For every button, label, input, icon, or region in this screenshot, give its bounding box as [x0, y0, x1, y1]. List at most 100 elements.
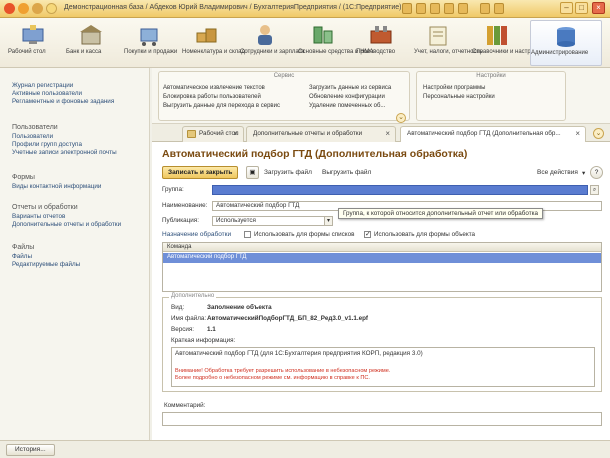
tooltip: Группа, к которой относится дополнительн…: [338, 208, 543, 219]
tabs-menu-icon[interactable]: ⌄: [593, 128, 604, 139]
tab-additional-reports[interactable]: Дополнительные отчеты и обработки ×: [246, 126, 396, 142]
sidebar-link[interactable]: Редактируемые файлы: [12, 261, 80, 269]
section-accounting[interactable]: Учет, налоги, отчетность: [414, 20, 482, 66]
sidebar-link[interactable]: Регламентные и фоновые задания: [12, 98, 114, 106]
bank-icon: [80, 25, 102, 45]
minimize-button[interactable]: –: [560, 2, 573, 14]
production-icon: [370, 26, 392, 44]
memory-icon[interactable]: [444, 3, 454, 14]
sections-panel: Рабочий стол Банк и касса Покупки и прод…: [0, 18, 610, 68]
service-link[interactable]: Автоматическое извлечение текстов: [163, 85, 265, 91]
warehouse-icon: [196, 28, 217, 43]
settings-box: Настройки Настройки программы Персональн…: [416, 71, 566, 121]
tab-desktop[interactable]: Рабочий стол ×: [182, 126, 244, 142]
comment-field[interactable]: [162, 412, 602, 426]
section-assets[interactable]: Основные средства и НМА: [298, 20, 373, 66]
table-row[interactable]: Автоматический подбор ГТД: [163, 253, 601, 263]
close-tab-icon[interactable]: ×: [233, 127, 238, 141]
chevron-down-icon[interactable]: ▾: [582, 169, 585, 177]
close-tab-icon[interactable]: ×: [575, 127, 580, 141]
menu-icon[interactable]: [18, 3, 29, 14]
settings-icon[interactable]: [494, 3, 504, 14]
app-logo-icon: [4, 3, 15, 14]
list-forms-checkbox[interactable]: [244, 231, 251, 238]
search-icon[interactable]: ⌕: [590, 185, 599, 195]
sidebar-link[interactable]: Файлы: [12, 253, 80, 261]
dropdown-icon[interactable]: ▾: [324, 216, 333, 226]
assets-icon: [313, 26, 333, 44]
clipboard-icon[interactable]: [430, 3, 440, 14]
service-link[interactable]: Обновление конфигурации: [309, 94, 385, 100]
books-icon: [487, 26, 507, 45]
maximize-button[interactable]: □: [575, 2, 588, 14]
section-employees[interactable]: Сотрудники и зарплата: [240, 20, 305, 66]
name-label: Наименование:: [162, 202, 208, 209]
sidebar-link[interactable]: Пользователи: [12, 133, 117, 141]
help-button[interactable]: ?: [590, 166, 603, 179]
cart-icon: [140, 28, 158, 46]
all-actions-menu[interactable]: Все действия: [537, 169, 578, 176]
settings-link[interactable]: Настройки программы: [423, 85, 485, 91]
save-close-button[interactable]: Записать и закрыть: [162, 166, 239, 179]
title-bar: Демонстрационная база / Абдеков Юрий Вла…: [0, 0, 610, 18]
version-value: 1.1: [207, 326, 216, 333]
section-admin[interactable]: Администрирование: [530, 20, 602, 66]
section-production[interactable]: Производство: [356, 20, 406, 66]
sidebar-group-header: Отчеты и обработки: [12, 204, 78, 211]
section-bank[interactable]: Банк и касса: [66, 20, 116, 66]
file-value: АвтоматическийПодборГТД_БП_82_Ред3.0_v1.…: [207, 315, 369, 322]
publication-field[interactable]: Используется: [212, 216, 332, 226]
back-icon[interactable]: [32, 3, 43, 14]
sidebar-link[interactable]: Варианты отчетов: [12, 213, 121, 221]
section-warehouse[interactable]: Номенклатура и склад: [182, 20, 245, 66]
favorite-icon[interactable]: [46, 3, 57, 14]
section-books[interactable]: Справочники и настройки учета: [472, 20, 560, 66]
version-label: Версия:: [171, 326, 195, 333]
close-button[interactable]: ×: [592, 2, 605, 14]
tab-gtd-processing[interactable]: Автоматический подбор ГТД (Дополнительна…: [400, 126, 586, 143]
section-desktop[interactable]: Рабочий стол: [8, 20, 58, 66]
comment-label: Комментарий:: [164, 402, 206, 409]
save-icon[interactable]: ▣: [246, 166, 259, 179]
settings-link[interactable]: Персональные настройки: [423, 94, 495, 100]
sidebar-link[interactable]: Учетные записи электронной почты: [12, 149, 117, 157]
close-tab-icon[interactable]: ×: [385, 127, 390, 141]
load-file-button[interactable]: Загрузить файл: [264, 169, 312, 176]
sidebar-link[interactable]: Профили групп доступа: [12, 141, 117, 149]
zoom-icon[interactable]: [458, 3, 468, 14]
info-icon[interactable]: [480, 3, 490, 14]
list-forms-label: Использовать для формы списков: [254, 231, 355, 238]
accounting-icon: [429, 26, 447, 46]
info-label: Краткая информация:: [171, 337, 236, 344]
service-link[interactable]: Загрузить данные из сервиса: [309, 85, 391, 91]
sidebar-link[interactable]: Активные пользователи: [12, 90, 114, 98]
warning-line-2: Более подробно о небезопасном режиме см.…: [175, 375, 370, 381]
object-form-checkbox[interactable]: ✓: [364, 231, 371, 238]
sidebar-link[interactable]: Дополнительные отчеты и обработки: [12, 221, 121, 229]
object-form-label: Использовать для формы объекта: [374, 231, 476, 238]
open-windows-tabs: Рабочий стол × Дополнительные отчеты и о…: [152, 124, 610, 143]
purpose-link[interactable]: Назначение обработки: [162, 231, 231, 238]
service-link[interactable]: Выгрузить данные для перехода в сервис: [163, 103, 280, 109]
employee-icon: [258, 25, 272, 45]
admin-icon: [557, 27, 575, 47]
chevron-down-icon[interactable]: ⌄: [396, 113, 406, 123]
history-button[interactable]: История...: [6, 444, 55, 456]
info-value: Автоматический подбор ГТД (для 1С:Бухгал…: [175, 350, 423, 357]
service-link[interactable]: Блокировка работы пользователей: [163, 94, 261, 100]
service-link[interactable]: Удаление помеченных об...: [309, 103, 385, 109]
unload-file-button[interactable]: Выгрузить файл: [322, 169, 371, 176]
calc-icon[interactable]: [402, 3, 412, 14]
calendar-icon[interactable]: [416, 3, 426, 14]
sidebar-group-header: Файлы: [12, 244, 35, 251]
service-box: Сервис Автоматическое извлечение текстов…: [158, 71, 410, 123]
publication-label: Публикация:: [162, 217, 199, 224]
section-purchases[interactable]: Покупки и продажи: [124, 20, 177, 66]
group-field[interactable]: [212, 185, 588, 195]
sidebar-link[interactable]: Виды контактной информации: [12, 183, 101, 191]
form-area: Автоматический подбор ГТД (Дополнительна…: [152, 142, 610, 440]
file-label: Имя файла:: [171, 315, 207, 322]
sidebar-group-header: Пользователи: [12, 124, 58, 131]
desktop-icon: [22, 25, 44, 44]
sidebar-link[interactable]: Журнал регистрации: [12, 82, 114, 90]
